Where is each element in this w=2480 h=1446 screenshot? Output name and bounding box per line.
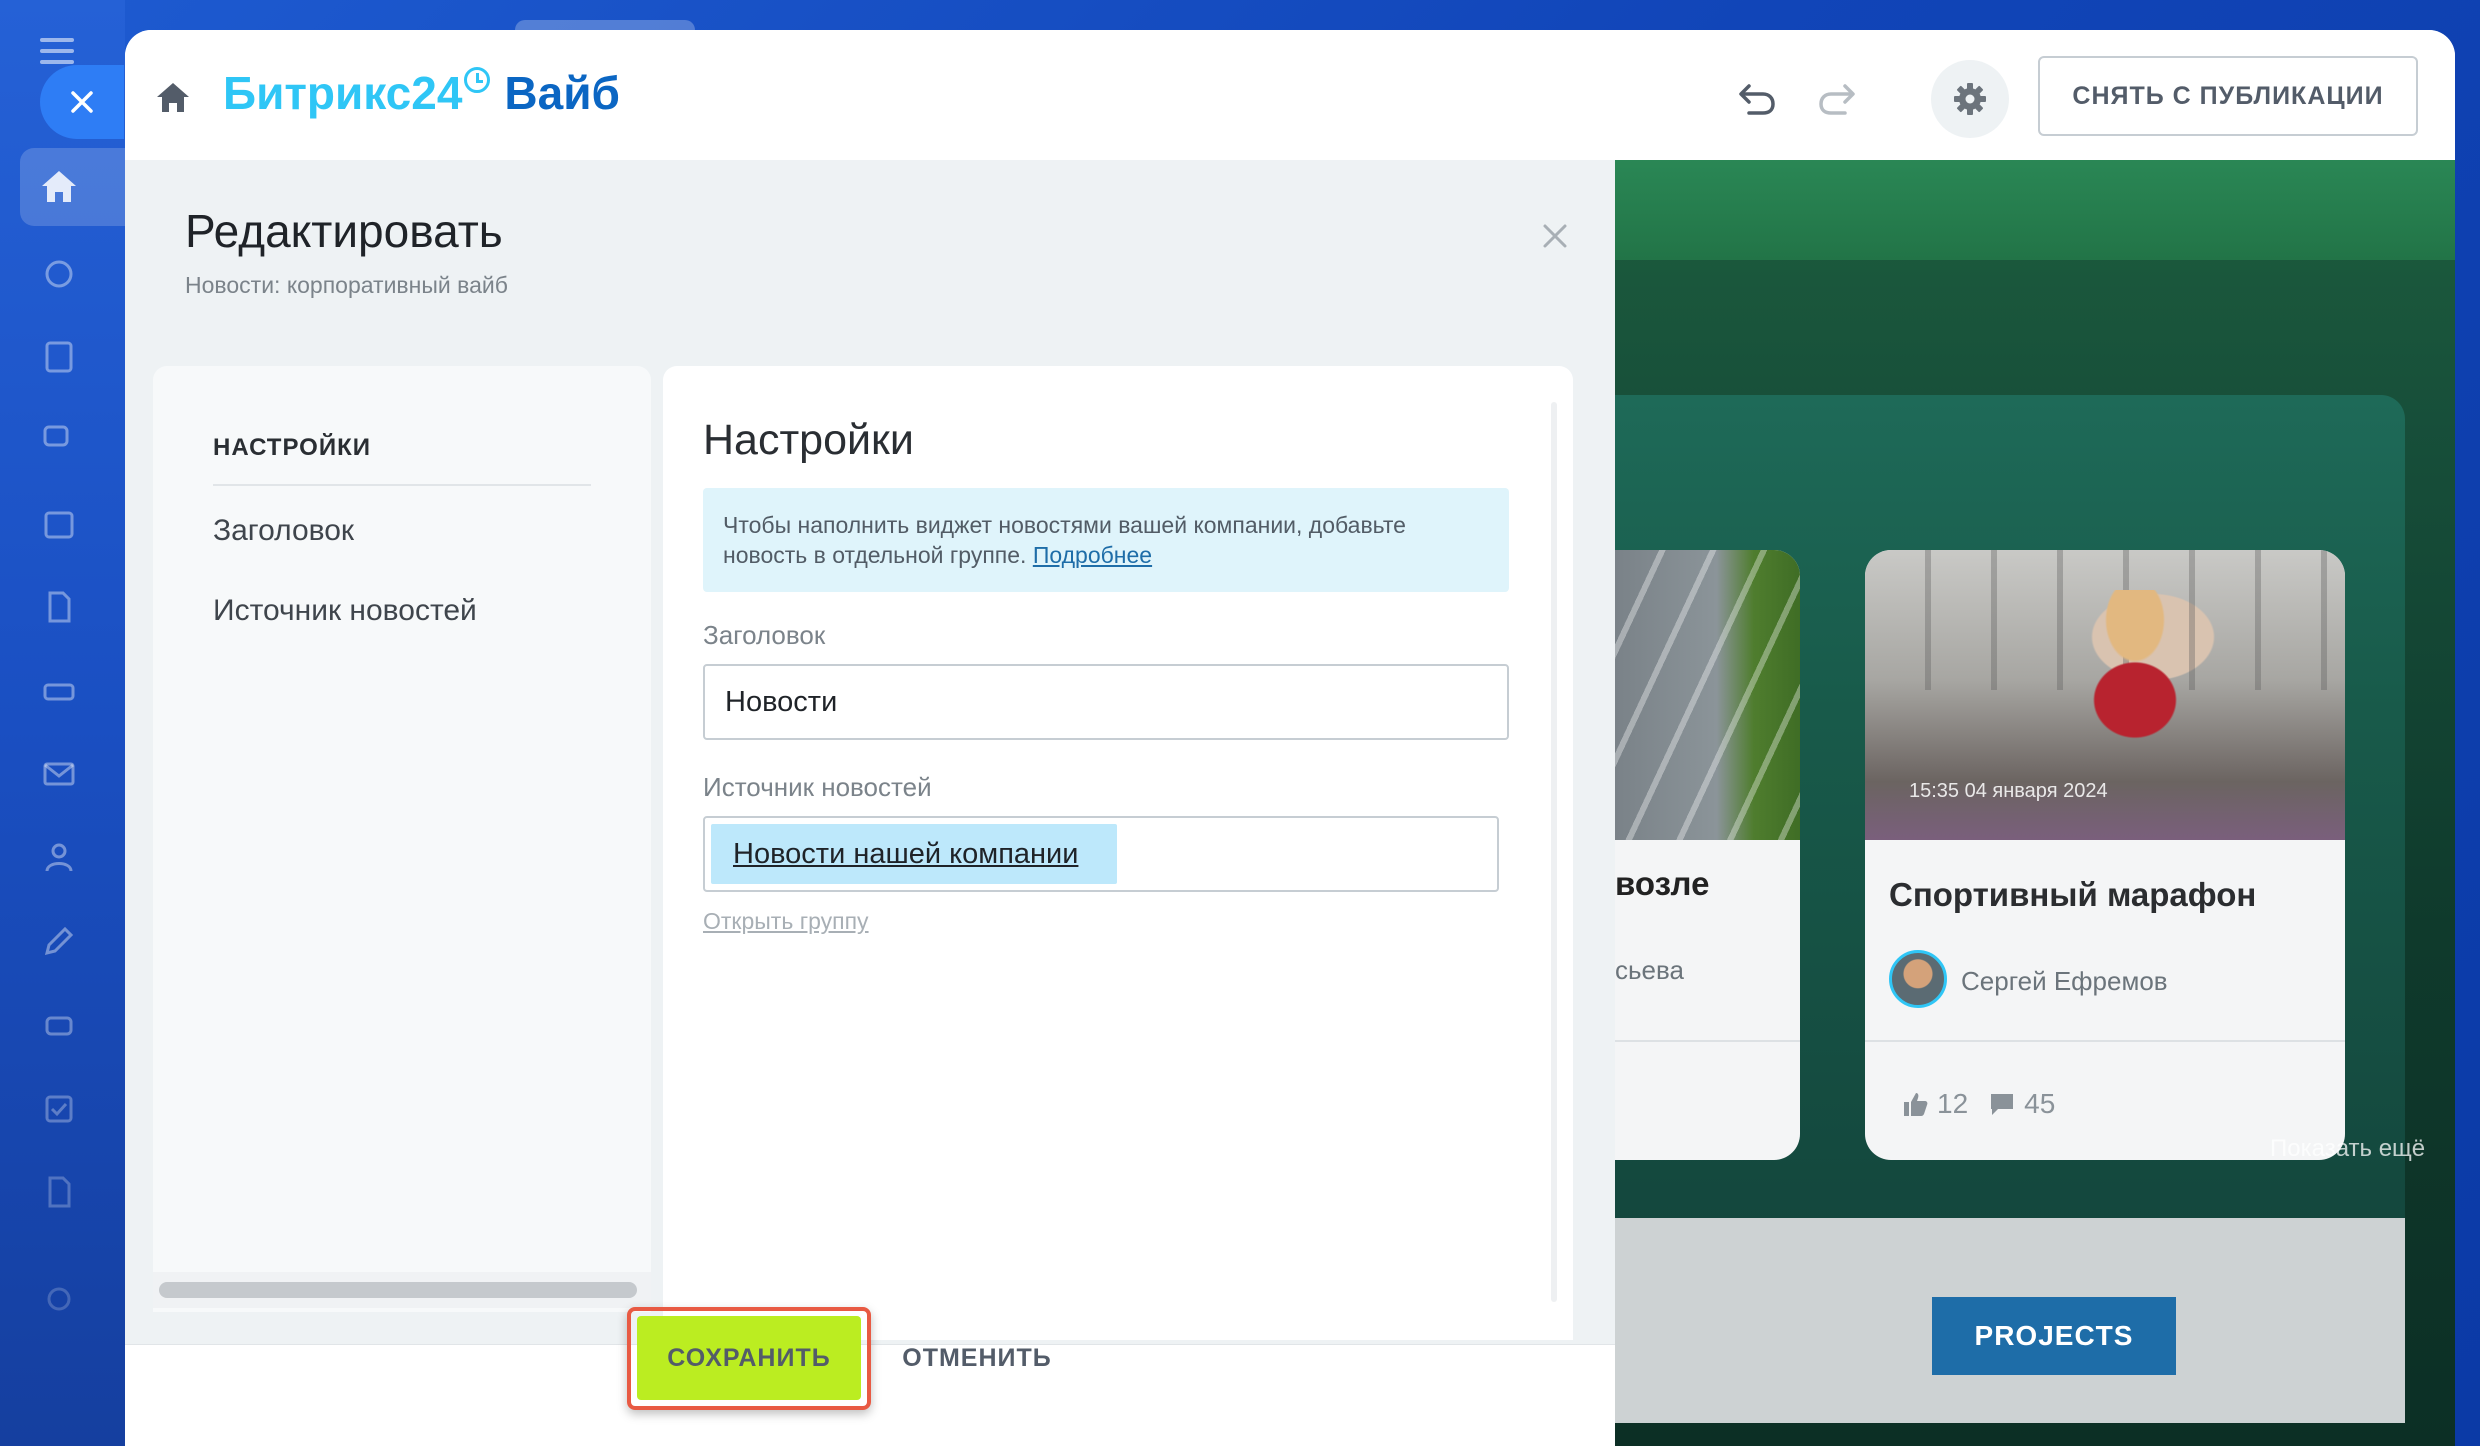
comment-icon[interactable] xyxy=(1988,1090,2016,1118)
settings-button[interactable] xyxy=(1931,60,2009,138)
clock-icon xyxy=(464,67,491,93)
news-author[interactable]: Сергей Ефремов xyxy=(1961,966,2168,997)
unpublish-button[interactable]: СНЯТЬ С ПУБЛИКАЦИИ xyxy=(2038,56,2418,136)
panel-title: Редактировать xyxy=(185,205,503,257)
info-notice: Чтобы наполнить виджет новостями вашей к… xyxy=(703,488,1509,592)
messages-nav-icon xyxy=(40,420,78,458)
top-bar: Битрикс24 Вайб СНЯТЬ С ПУБЛИКАЦИИ xyxy=(125,30,2455,160)
drive-nav-icon xyxy=(40,672,78,710)
source-field-label: Источник новостей xyxy=(703,772,932,802)
selected-source-tag[interactable]: Новости нашей компании xyxy=(711,824,1117,884)
news-image xyxy=(1615,550,1800,840)
home-icon[interactable] xyxy=(155,80,191,114)
edit-nav-icon xyxy=(40,922,78,960)
comments-count: 45 xyxy=(2024,1088,2056,1119)
docs-nav-icon xyxy=(40,588,78,626)
news-title: Спортивный марафон xyxy=(1889,876,2257,913)
robot-nav-icon xyxy=(40,1005,78,1043)
mail-nav-icon xyxy=(40,755,78,793)
like-icon[interactable] xyxy=(1901,1090,1929,1118)
likes-count: 12 xyxy=(1937,1088,1969,1119)
redo-icon[interactable] xyxy=(1815,78,1859,118)
brand-logo: Битрикс24 Вайб xyxy=(223,66,620,120)
site-preview: возле сьева 15:35 04 января 2024 Спортив… xyxy=(1615,160,2455,1446)
close-slider-button[interactable] xyxy=(40,65,124,139)
home-nav-icon xyxy=(40,167,78,205)
news-source-select[interactable]: Новости нашей компании xyxy=(703,816,1499,892)
news-nav-icon xyxy=(40,338,78,376)
save-button[interactable]: СОХРАНИТЬ xyxy=(637,1316,861,1400)
settings-nav-heading[interactable]: НАСТРОЙКИ xyxy=(213,434,371,462)
chat-nav-icon xyxy=(40,255,78,293)
menu-icon xyxy=(40,38,74,66)
image-subject xyxy=(2015,590,2255,790)
nav-item-title[interactable]: Заголовок xyxy=(213,514,354,548)
undo-icon[interactable] xyxy=(1735,78,1779,118)
show-more-link[interactable]: Показать ещё xyxy=(2270,1135,2425,1163)
edit-panel: Редактировать Новости: корпоративный вай… xyxy=(125,160,1615,1446)
groups-nav-icon xyxy=(40,838,78,876)
vertical-scrollbar[interactable] xyxy=(1551,402,1557,1302)
settings-nav-icon xyxy=(40,1280,78,1318)
vibe-editor-window: Битрикс24 Вайб СНЯТЬ С ПУБЛИКАЦИИ возле … xyxy=(125,30,2455,1446)
calendar-nav-icon xyxy=(40,505,78,543)
background-sidebar xyxy=(0,0,125,1446)
open-group-link[interactable]: Открыть группу xyxy=(703,908,869,935)
projects-button[interactable]: PROJECTS xyxy=(1932,1297,2176,1375)
horizontal-scrollbar[interactable] xyxy=(159,1282,637,1298)
news-card-partial[interactable]: возле сьева xyxy=(1615,550,1800,1160)
news-title: возле xyxy=(1615,865,1710,902)
contracts-nav-icon xyxy=(40,1173,78,1211)
selected-source-label: Новости нашей компании xyxy=(733,837,1079,870)
divider xyxy=(1615,1040,1800,1042)
news-author: сьева xyxy=(1615,955,1684,985)
brand-name-part2: Вайб xyxy=(504,67,620,119)
divider xyxy=(213,484,591,486)
settings-sidebar: НАСТРОЙКИ Заголовок Источник новостей xyxy=(153,366,651,1312)
title-field-label: Заголовок xyxy=(703,620,826,650)
more-info-link[interactable]: Подробнее xyxy=(1033,542,1152,568)
divider xyxy=(1865,1040,2345,1042)
settings-form: Настройки Чтобы наполнить виджет новостя… xyxy=(663,366,1573,1340)
news-stats: 12 45 xyxy=(1901,1088,2075,1120)
brand-name-part1: Битрикс24 xyxy=(223,67,463,119)
nav-item-news-source[interactable]: Источник новостей xyxy=(213,594,477,628)
panel-subtitle: Новости: корпоративный вайб xyxy=(185,272,508,298)
avatar[interactable] xyxy=(1889,950,1947,1008)
close-icon[interactable] xyxy=(1535,216,1575,256)
news-card[interactable]: 15:35 04 января 2024 Спортивный марафон … xyxy=(1865,550,2345,1160)
news-date: 15:35 04 января 2024 xyxy=(1909,780,2108,802)
form-title: Настройки xyxy=(703,416,914,464)
preview-header-strip xyxy=(1615,160,2455,260)
cancel-button[interactable]: ОТМЕНИТЬ xyxy=(887,1316,1067,1400)
gear-icon xyxy=(1954,83,1986,115)
title-field[interactable] xyxy=(703,664,1509,740)
tasks-nav-icon xyxy=(40,1090,78,1128)
